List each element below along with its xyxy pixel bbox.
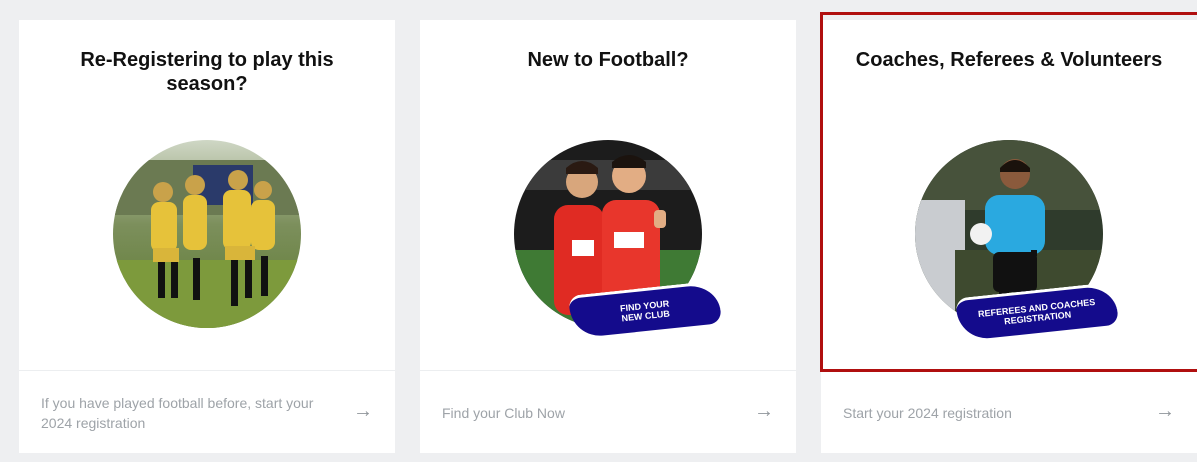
card-image-players bbox=[113, 140, 301, 328]
card-footer-link[interactable]: Start your 2024 registration bbox=[843, 403, 1137, 423]
card-divider bbox=[19, 370, 395, 371]
registration-card-returning[interactable]: Re-Registering to play this season? If y… bbox=[19, 20, 395, 453]
arrow-right-icon[interactable]: → bbox=[1155, 400, 1175, 423]
card-divider bbox=[420, 370, 796, 371]
arrow-right-icon[interactable]: → bbox=[754, 400, 774, 423]
card-divider bbox=[821, 370, 1197, 371]
registration-card-new[interactable]: New to Football? FIND YOUR NEW CLUB Find… bbox=[420, 20, 796, 453]
registration-card-coaches[interactable]: Coaches, Referees & Volunteers REFEREES … bbox=[821, 20, 1197, 453]
card-title: Coaches, Referees & Volunteers bbox=[855, 49, 1163, 71]
card-title: New to Football? bbox=[527, 49, 689, 71]
arrow-right-icon[interactable]: → bbox=[353, 400, 373, 423]
card-footer-link[interactable]: If you have played football before, star… bbox=[41, 393, 335, 433]
card-title: Re-Registering to play this season? bbox=[80, 49, 334, 95]
card-footer-link[interactable]: Find your Club Now bbox=[442, 403, 736, 423]
